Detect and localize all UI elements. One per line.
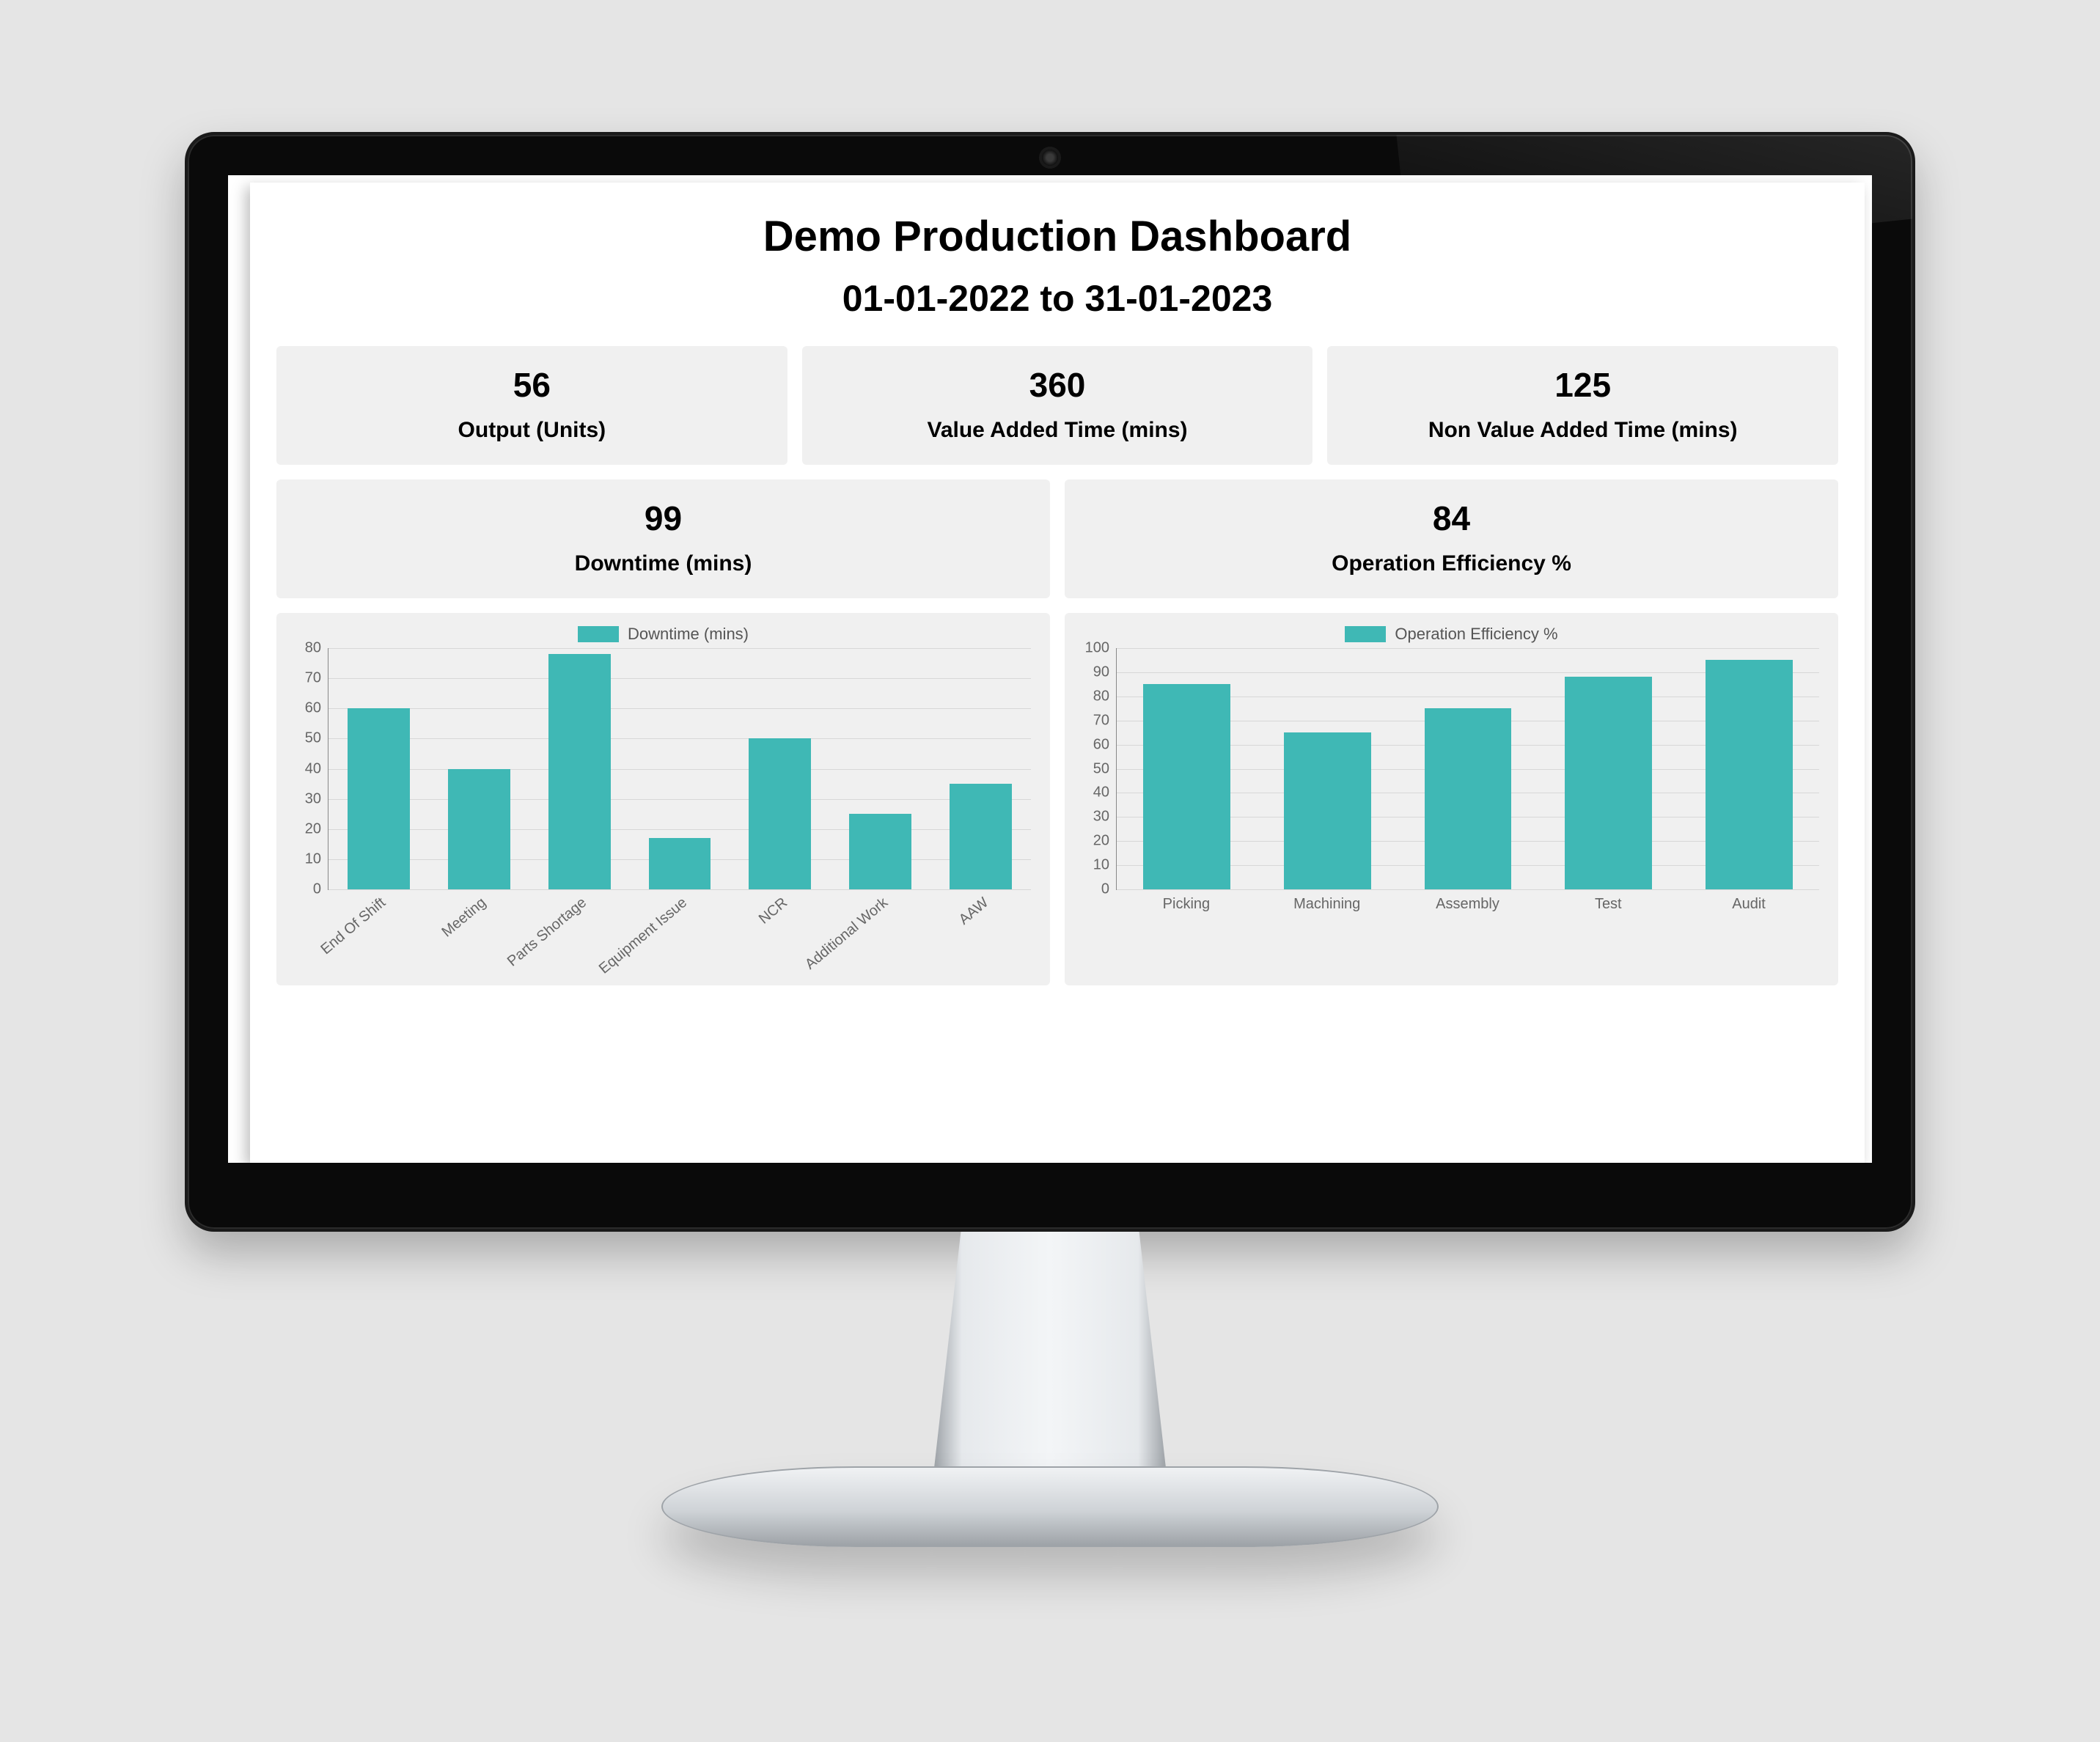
chart-x-tick-label: Assembly [1398,890,1538,927]
chart-y-tick-label: 30 [305,790,328,807]
chart-y-tick-label: 20 [305,820,328,837]
chart-x-tick-label: Test [1538,890,1678,927]
date-range: 01-01-2022 to 31-01-2023 [276,277,1838,320]
chart-operation-efficiency: Operation Efficiency % 01020304050607080… [1065,613,1838,985]
chart-bar-column [730,648,830,889]
chart-bar [1565,677,1652,889]
chart-y-tick-label: 0 [1101,881,1117,898]
chart-y-tick-label: 90 [1093,664,1117,680]
chart-x-tick-label: AAW [930,890,1031,978]
monitor-bezel: Demo Production Dashboard 01-01-2022 to … [185,132,1915,1232]
charts-row: Downtime (mins) 01020304050607080 End Of… [276,613,1838,985]
chart-bar [548,654,611,889]
chart-downtime: Downtime (mins) 01020304050607080 End Of… [276,613,1050,985]
chart-x-tick-label: Equipment Issue [629,890,730,978]
monitor-stand-neck [933,1232,1167,1481]
chart-bar-column [1117,648,1258,889]
chart-bar-column [1398,648,1538,889]
chart-x-labels: PickingMachiningAssemblyTestAudit [1116,890,1819,927]
chart-y-tick-label: 100 [1085,640,1117,657]
kpi-operation-efficiency: 84 Operation Efficiency % [1065,479,1838,598]
chart-bar-column [529,648,630,889]
chart-bars [1117,648,1819,889]
chart-y-tick-label: 10 [1093,857,1117,874]
kpi-value: 56 [284,365,780,405]
monitor-mockup: Demo Production Dashboard 01-01-2022 to … [185,132,1915,1613]
monitor-stand-foot [661,1466,1439,1547]
legend-swatch-icon [578,626,619,642]
chart-bar [649,838,711,889]
chart-bar-column [630,648,730,889]
chart-bars [328,648,1031,889]
chart-y-tick-label: 40 [1093,784,1117,801]
kpi-non-value-added-time: 125 Non Value Added Time (mins) [1327,346,1838,465]
kpi-label: Value Added Time (mins) [809,418,1306,443]
chart-x-tick-label: Machining [1257,890,1398,927]
chart-y-tick-label: 20 [1093,833,1117,850]
chart-y-tick-label: 60 [1093,736,1117,753]
chart-bar-column [429,648,529,889]
chart-y-tick-label: 10 [305,850,328,867]
kpi-row-1: 56 Output (Units) 360 Value Added Time (… [276,346,1838,465]
kpi-downtime: 99 Downtime (mins) [276,479,1050,598]
chart-bar-column [1538,648,1679,889]
chart-plot-area: 0102030405060708090100 [1116,648,1819,890]
chart-x-tick-label: Picking [1116,890,1257,927]
chart-y-tick-label: 50 [305,730,328,747]
kpi-output: 56 Output (Units) [276,346,788,465]
screen: Demo Production Dashboard 01-01-2022 to … [228,175,1872,1163]
chart-x-labels: End Of ShiftMeetingParts ShortageEquipme… [328,890,1031,978]
monitor-stand [185,1232,1915,1613]
dashboard-page: Demo Production Dashboard 01-01-2022 to … [250,183,1865,1163]
legend-label: Operation Efficiency % [1395,625,1557,644]
chart-x-tick-label: End Of Shift [328,890,428,978]
chart-y-tick-label: 40 [305,760,328,777]
chart-bar [1143,684,1230,889]
chart-bar [1425,708,1512,889]
chart-legend: Operation Efficiency % [1078,625,1825,644]
chart-y-tick-label: 80 [1093,688,1117,705]
chart-y-tick-label: 0 [313,881,328,898]
chart-x-tick-label: Audit [1678,890,1819,927]
chart-bar [950,784,1012,889]
kpi-value: 99 [284,499,1043,538]
kpi-value: 84 [1072,499,1831,538]
chart-bar-column [930,648,1031,889]
chart-bar-column [830,648,930,889]
chart-x-tick-label: Additional Work [830,890,930,978]
chart-y-tick-label: 70 [1093,712,1117,729]
chart-y-tick-label: 60 [305,700,328,717]
chart-y-tick-label: 80 [305,640,328,657]
chart-bar [1284,732,1371,889]
chart-y-tick-label: 70 [305,670,328,687]
chart-bar [849,814,911,889]
kpi-label: Output (Units) [284,418,780,443]
stage: Demo Production Dashboard 01-01-2022 to … [0,0,2100,1742]
kpi-label: Downtime (mins) [284,551,1043,576]
chart-bar-column [1258,648,1398,889]
kpi-row-2: 99 Downtime (mins) 84 Operation Efficien… [276,479,1838,598]
page-title: Demo Production Dashboard [276,212,1838,261]
kpi-label: Non Value Added Time (mins) [1334,418,1831,443]
legend-label: Downtime (mins) [628,625,749,644]
chart-bar-column [328,648,429,889]
kpi-value: 125 [1334,365,1831,405]
chart-y-tick-label: 30 [1093,809,1117,826]
kpi-label: Operation Efficiency % [1072,551,1831,576]
chart-bar [749,738,811,889]
chart-bar [448,769,510,890]
chart-bar [348,708,410,889]
kpi-value-added-time: 360 Value Added Time (mins) [802,346,1313,465]
chart-bar [1706,660,1793,889]
chart-legend: Downtime (mins) [290,625,1037,644]
chart-bar-column [1678,648,1819,889]
legend-swatch-icon [1345,626,1386,642]
webcam-icon [1042,150,1058,166]
chart-y-tick-label: 50 [1093,760,1117,777]
kpi-value: 360 [809,365,1306,405]
chart-plot-area: 01020304050607080 [328,648,1031,890]
